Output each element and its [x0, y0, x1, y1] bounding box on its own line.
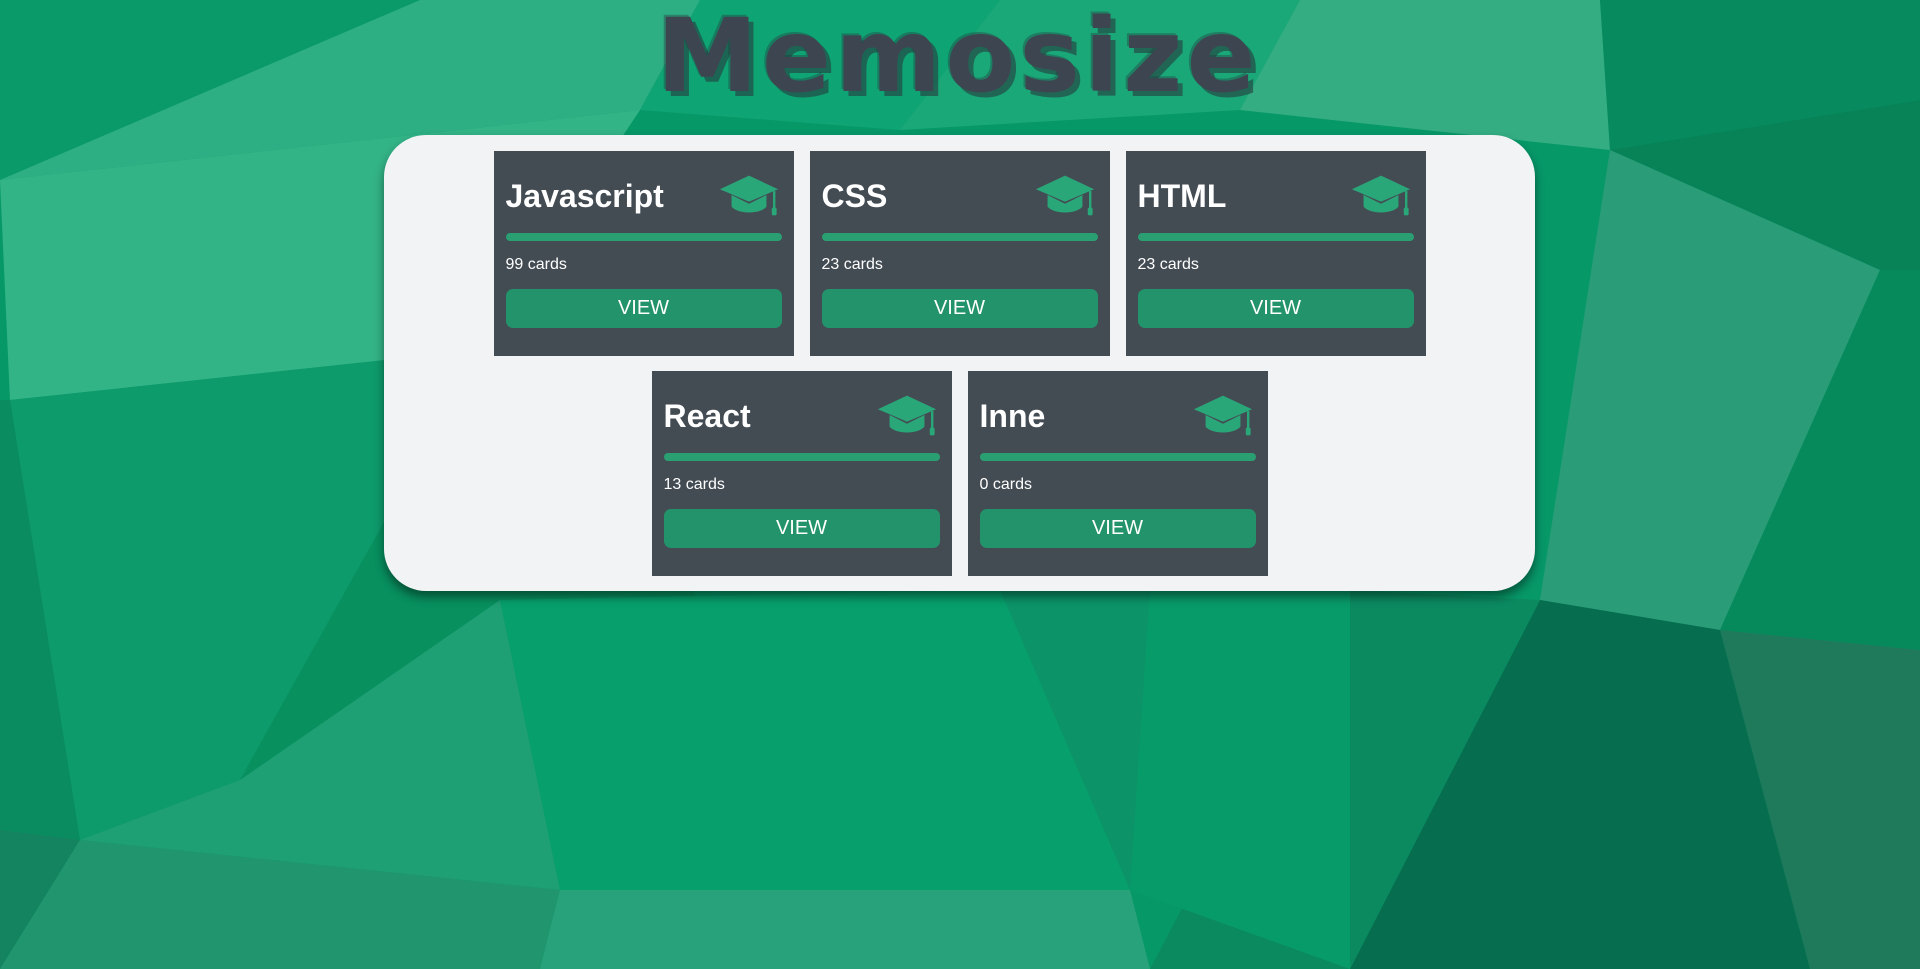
deck-card-count: 99 cards: [505, 256, 567, 273]
deck-card-react: React 13 cards VIEW: [651, 371, 952, 576]
view-deck-button[interactable]: VIEW: [1137, 289, 1414, 328]
deck-card-css: CSS 23 cards VIEW: [809, 151, 1110, 356]
graduation-cap-icon: [1351, 175, 1410, 216]
deck-title: Inne: [979, 398, 1046, 434]
view-deck-button[interactable]: VIEW: [505, 289, 782, 328]
deck-title: Javascript: [505, 178, 664, 214]
deck-card-count: 0 cards: [979, 476, 1032, 493]
deck-progress-bar: [821, 233, 1098, 241]
deck-card-header: React: [664, 371, 940, 453]
deck-title: CSS: [821, 178, 888, 214]
app-header: Memosize: [0, 0, 1920, 108]
deck-card-header: Inne: [980, 371, 1256, 453]
deck-progress-bar: [663, 453, 940, 461]
deck-row: React 13 cards VIEW Inne 0 cards VIEW: [384, 371, 1535, 576]
graduation-cap-icon: [719, 175, 778, 216]
decks-panel: Javascript 99 cards VIEW CSS 23 cards VI…: [384, 135, 1535, 591]
view-deck-button[interactable]: VIEW: [663, 509, 940, 548]
deck-progress-bar: [505, 233, 782, 241]
graduation-cap-icon: [1035, 175, 1094, 216]
deck-progress-bar: [1137, 233, 1414, 241]
deck-card-javascript: Javascript 99 cards VIEW: [493, 151, 794, 356]
deck-card-count: 23 cards: [821, 256, 883, 273]
deck-card-header: Javascript: [506, 151, 782, 233]
deck-row: Javascript 99 cards VIEW CSS 23 cards VI…: [384, 151, 1535, 356]
deck-title: HTML: [1137, 178, 1227, 214]
deck-card-html: HTML 23 cards VIEW: [1125, 151, 1426, 356]
view-deck-button[interactable]: VIEW: [821, 289, 1098, 328]
graduation-cap-icon: [1193, 395, 1252, 436]
deck-card-count: 13 cards: [663, 476, 725, 493]
deck-card-count: 23 cards: [1137, 256, 1199, 273]
deck-card-inne: Inne 0 cards VIEW: [967, 371, 1268, 576]
deck-title: React: [663, 398, 751, 434]
view-deck-button[interactable]: VIEW: [979, 509, 1256, 548]
app-title: Memosize: [656, 0, 1260, 116]
graduation-cap-icon: [877, 395, 936, 436]
deck-card-header: HTML: [1138, 151, 1414, 233]
deck-card-header: CSS: [822, 151, 1098, 233]
deck-progress-bar: [979, 453, 1256, 461]
